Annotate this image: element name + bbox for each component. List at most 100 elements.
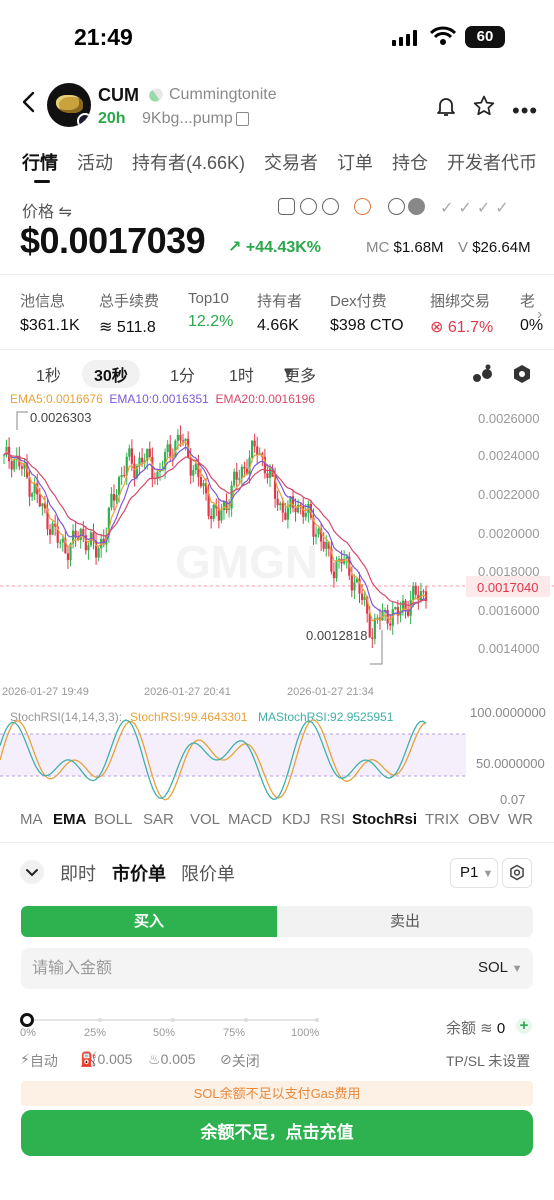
price-label[interactable]: 价格 ⇋ [22,198,72,222]
preset-select[interactable]: P1 ▼ [450,858,498,888]
back-arrow-icon[interactable] [18,90,42,114]
chart-settings-icon[interactable] [512,364,532,384]
mev-protection[interactable]: ⊘ 关闭 [220,1051,260,1069]
indicator-trix[interactable]: TRIX [425,811,459,828]
candle-body [51,523,54,535]
time-tick: 2026-01-27 21:34 [287,686,374,698]
candle-body [350,575,353,591]
copy-icon[interactable] [236,112,249,126]
indicator-ma[interactable]: MA [20,811,43,828]
order-type-instant[interactable]: 即时 [60,860,96,886]
candle-body [394,607,397,610]
tip-fee[interactable]: ♨ 0.005 [148,1051,196,1068]
ema5-value: EMA5:0.0016676 [10,392,103,406]
indicator-vol[interactable]: VOL [190,811,220,828]
priority-fee[interactable]: ⛽ 0.005 [80,1051,132,1068]
slider-mark[interactable]: 75% [223,1027,245,1039]
candlestick-chart[interactable]: GMGN 0.0017040 0.0026000 0.0024000 0.002… [0,408,554,708]
candle-body [120,474,123,478]
stat-holders[interactable]: 持有者 4.66K [257,290,302,335]
buy-tab[interactable]: 买入 [21,906,277,937]
candle-body [38,494,41,507]
slider-mark[interactable]: 25% [84,1027,106,1039]
tab-market[interactable]: 行情 [22,153,58,173]
candle-body [110,493,113,508]
tab-traders[interactable]: 交易者 [264,153,318,173]
search-icon[interactable] [388,198,405,215]
bundle-icon[interactable] [278,198,295,215]
indicator-stochrsi[interactable]: StochRsi [352,811,417,828]
currency-select[interactable]: SOL ▼ [478,959,523,976]
indicator-kdj[interactable]: KDJ [282,811,310,828]
order-settings-icon[interactable] [502,858,532,888]
add-funds-icon[interactable]: + [516,1018,532,1034]
amount-input[interactable] [21,948,533,989]
price-tick: 0.0016000 [478,603,539,618]
collapse-chevron-icon[interactable] [20,860,44,884]
candle-body [141,457,144,463]
candle-body [325,542,328,549]
stat-total-fees[interactable]: 总手续费 ≋ 511.8 [99,290,159,337]
order-type-limit[interactable]: 限价单 [181,860,235,886]
list-icon[interactable] [408,198,425,215]
slider-mark[interactable]: 0% [20,1027,36,1039]
price-tick: 0.0026000 [478,411,539,426]
gas-warning: SOL余额不足以支付Gas费用 [21,1081,533,1106]
slider-mark[interactable]: 50% [153,1027,175,1039]
stoch-rsi-chart[interactable]: StochRSI(14,14,3,3): StochRSI:99.4643301… [0,704,554,810]
indicator-wr[interactable]: WR [508,811,533,828]
candle-body [266,473,269,478]
amount-slider-handle[interactable] [20,1013,34,1027]
time-tick: 2026-01-27 19:49 [2,686,89,698]
indicator-ema[interactable]: EMA [53,811,86,828]
more-options-icon[interactable]: ••• [512,98,538,124]
indicator-rsi[interactable]: RSI [320,811,345,828]
candle-body [414,586,417,595]
interval-1s[interactable]: 1秒 [36,362,61,386]
candle-body [189,457,192,476]
indicator-sar[interactable]: SAR [143,811,174,828]
info-icon[interactable] [300,198,317,215]
stat-dex-paid[interactable]: Dex付费 $398 CTO [330,290,404,335]
candle-body [250,440,254,458]
indicator-obv[interactable]: OBV [468,811,500,828]
interval-1m[interactable]: 1分 [170,362,195,386]
indicator-macd[interactable]: MACD [228,811,272,828]
token-address[interactable]: 9Kbg...pump [142,110,233,128]
favorite-star-icon[interactable] [472,94,496,118]
tab-positions[interactable]: 持仓 [392,153,428,173]
globe-icon[interactable] [322,198,339,215]
security-check-icons: ✓✓✓✓ [440,200,514,217]
slider-mark[interactable]: 100% [291,1027,319,1039]
bell-icon[interactable] [434,94,458,118]
chart-style-icon[interactable] [472,364,494,384]
stat-top10[interactable]: Top10 12.2% [188,290,233,331]
rsi-axis-tick: 100.0000000 [470,705,546,720]
candle-body [10,461,13,470]
indicator-boll[interactable]: BOLL [94,811,132,828]
fox-icon[interactable] [354,198,371,215]
candle-body [31,493,34,497]
tab-dev-tokens[interactable]: 开发者代币 [447,153,537,173]
auto-slippage[interactable]: ⚡ 自动 [20,1051,58,1069]
tab-activity[interactable]: 活动 [77,153,113,173]
tab-orders[interactable]: 订单 [337,153,373,173]
tab-holders[interactable]: 持有者(4.66K) [132,153,245,173]
deposit-button[interactable]: 余额不足，点击充值 [21,1110,533,1156]
candle-body [373,618,376,639]
candle-body [233,471,236,486]
sell-tab[interactable]: 卖出 [277,906,533,937]
interval-1h[interactable]: 1时 [229,362,254,386]
chevron-right-icon[interactable]: › [537,306,542,324]
interval-30s[interactable]: 30秒 [82,360,140,388]
tp-sl-setting[interactable]: TP/SL 未设置 [446,1051,530,1071]
candle-body [181,440,185,442]
interval-more[interactable]: 更多 ▾ [284,362,316,385]
rsi-axis-tick: 50.0000000 [476,756,545,771]
candle-body [279,503,282,506]
order-type-market[interactable]: 市价单 [112,860,166,886]
candle-body [66,553,70,561]
stat-pool-info[interactable]: 池信息 $361.1K [20,290,80,335]
stat-bundled[interactable]: 捆绑交易 ⊗ 61.7% [430,290,493,337]
candle-body [412,586,415,601]
